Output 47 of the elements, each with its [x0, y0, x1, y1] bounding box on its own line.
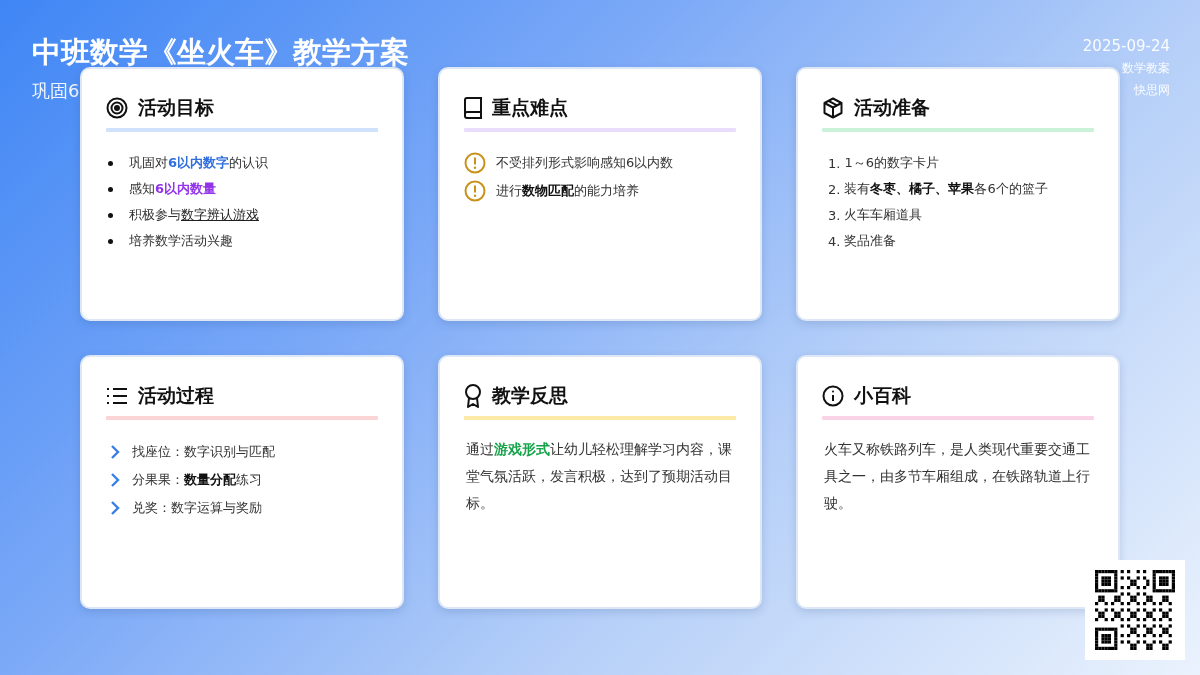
chevron-right-icon: [110, 500, 120, 516]
bullet-icon: [108, 212, 113, 218]
item-number: 4.: [828, 233, 841, 249]
item-text: 进行数物匹配的能力培养: [496, 181, 639, 200]
chevron-right-icon: [110, 472, 120, 488]
bullet-icon: [108, 160, 113, 166]
page-subtitle: 巩固6: [32, 79, 81, 103]
date-text: 2025-09-24: [1082, 36, 1170, 57]
item-text: 奖品准备: [844, 232, 897, 250]
list-icon: [106, 387, 128, 405]
item-text: 1～6的数字卡片: [844, 154, 939, 172]
card-title: 重点难点: [492, 95, 568, 120]
card-title: 小百科: [854, 383, 911, 408]
card-title: 活动过程: [138, 383, 214, 408]
box-icon: [822, 97, 844, 119]
item-text: 不受排列形式影响感知6以内数: [496, 153, 674, 172]
paragraph-text: 通过游戏形式让幼儿轻松理解学习内容，课堂气氛活跃，发言积极，达到了预期活动目标。: [466, 440, 733, 513]
item-number: 1.: [828, 155, 841, 171]
item-text: 装有冬枣、橘子、苹果各6个的篮子: [844, 180, 1048, 198]
target-icon: [106, 97, 128, 119]
item-number: 2.: [828, 181, 841, 197]
meta-text: 数学教案: [1121, 60, 1170, 77]
item-text: 培养数学活动兴趣: [129, 232, 233, 250]
bullet-icon: [108, 238, 113, 244]
item-text: 分果果：数量分配练习: [132, 471, 262, 489]
paragraph-text: 火车又称铁路列车，是人类现代重要交通工具之一，由多节车厢组成，在铁路轨道上行驶。: [824, 440, 1091, 513]
item-text: 巩固对6以内数字的认识: [129, 154, 269, 172]
item-text: 找座位：数字识别与匹配: [132, 443, 275, 461]
item-text: 积极参与数字辨认游戏: [129, 206, 259, 224]
page-title: 中班数学《坐火车》教学方案: [32, 34, 409, 71]
item-number: 3.: [828, 207, 841, 223]
chevron-right-icon: [110, 444, 120, 460]
award-icon: [464, 384, 482, 408]
item-text: 感知6以内数量: [129, 180, 217, 198]
warning-icon: [464, 179, 486, 202]
qr-code-icon: [1095, 570, 1175, 650]
item-text: 兑奖：数字运算与奖励: [132, 499, 262, 517]
card-title: 活动准备: [854, 95, 930, 120]
warning-icon: [464, 151, 486, 174]
book-icon: [464, 97, 482, 119]
meta-text: 快思网: [1133, 82, 1170, 99]
card-title: 活动目标: [138, 95, 214, 120]
info-icon: [822, 385, 844, 407]
card-title: 教学反思: [492, 383, 568, 408]
item-text: 火车车厢道具: [844, 206, 923, 224]
bullet-icon: [108, 186, 113, 192]
text-link[interactable]: 数字辨认游戏: [181, 207, 259, 222]
